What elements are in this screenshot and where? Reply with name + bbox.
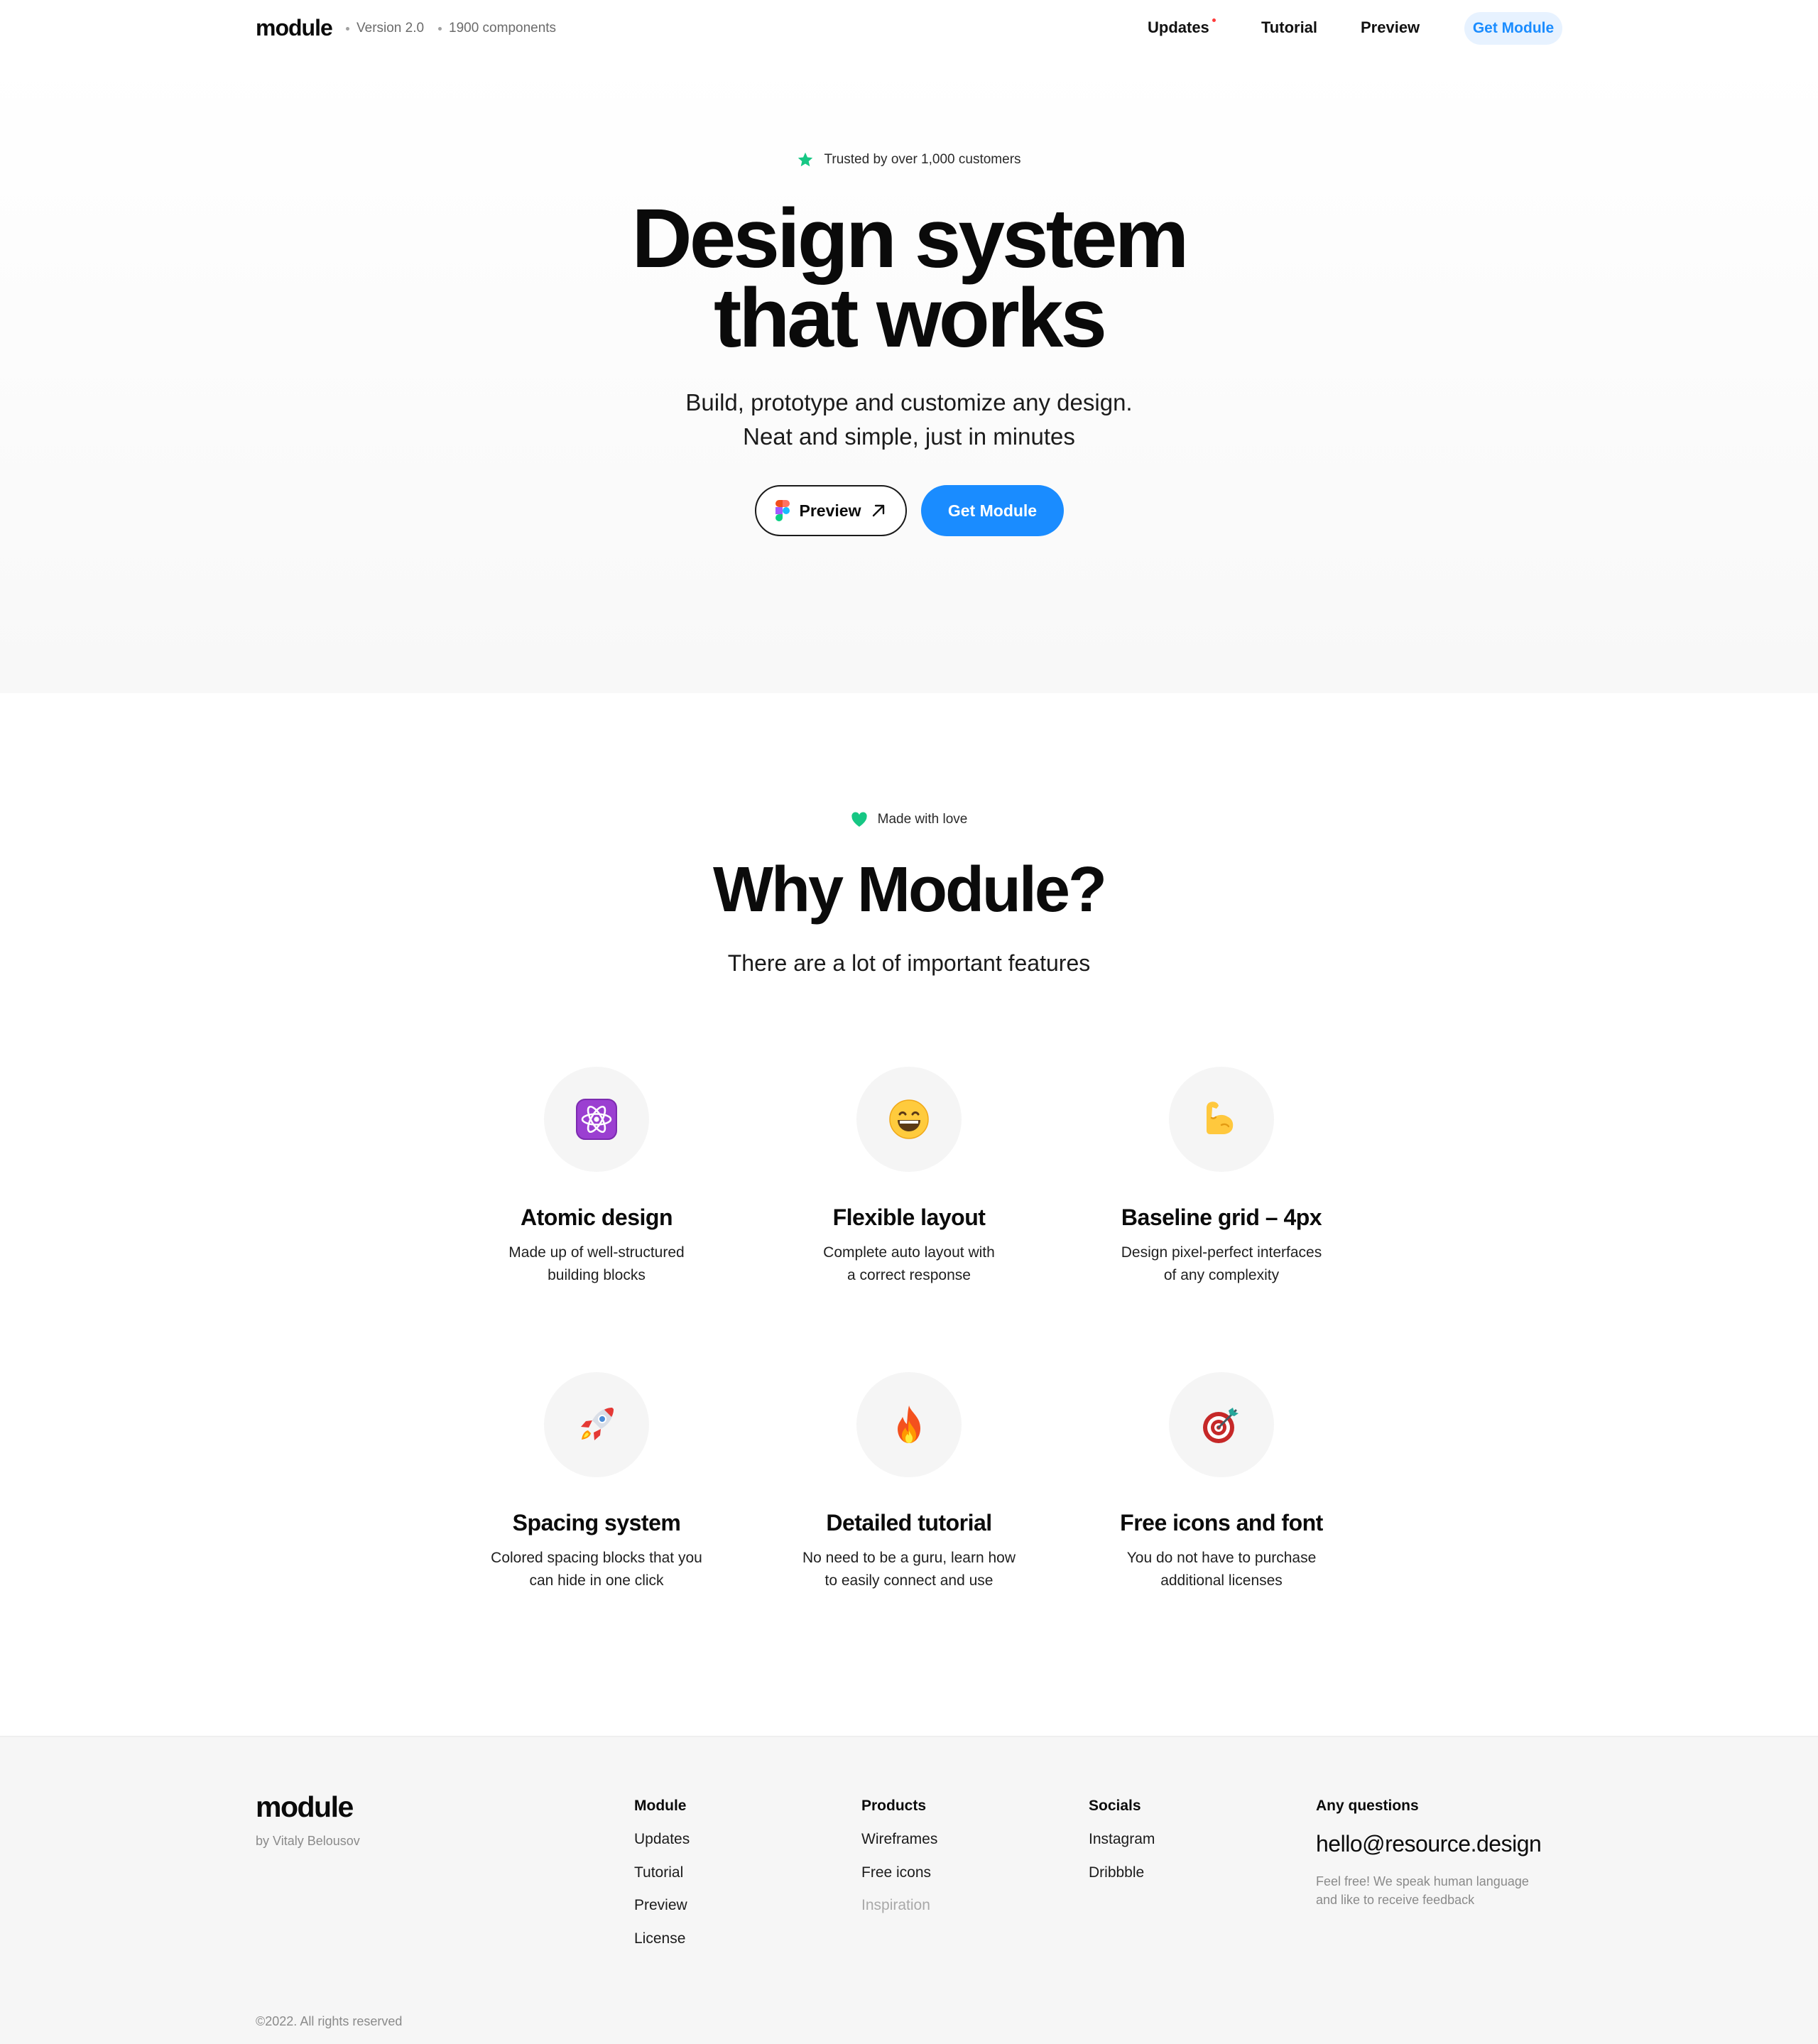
footer-logo[interactable]: module (256, 1788, 354, 1825)
hero-title-line2: that works (713, 271, 1107, 365)
features-title: Why Module? (713, 854, 1107, 925)
hero-subtitle: Build, prototype and customize any desig… (0, 386, 1818, 454)
figma-icon (775, 500, 790, 521)
hero-section: Trusted by over 1,000 customers Design s… (0, 57, 1818, 693)
footer-column-heading: Module (634, 1798, 687, 1814)
preview-button-label: Preview (799, 501, 861, 520)
contact-email-link[interactable]: hello@resource.design (1316, 1829, 1542, 1859)
smile-icon (889, 1099, 929, 1139)
footer-link-instagram[interactable]: Instagram (1089, 1829, 1155, 1850)
footer-link-inspiration[interactable]: Inspiration (861, 1895, 937, 1916)
logo[interactable]: module (256, 13, 333, 43)
nav-updates[interactable]: Updates (1148, 17, 1216, 38)
footer: module by Vitaly Belousov Module Updates… (0, 1736, 1818, 2044)
feature-description: Complete auto layout with a correct resp… (823, 1244, 995, 1283)
feature-description: No need to be a guru, learn how to easil… (802, 1550, 1016, 1589)
hero-subtitle-line2: Neat and simple, just in minutes (743, 423, 1075, 450)
footer-link-preview[interactable]: Preview (634, 1895, 690, 1916)
preview-button[interactable]: Preview (755, 485, 907, 536)
footer-link-dribbble[interactable]: Dribbble (1089, 1862, 1155, 1883)
bullet-dot (438, 26, 442, 31)
footer-link-tutorial[interactable]: Tutorial (634, 1862, 690, 1883)
nav-updates-label: Updates (1148, 18, 1209, 36)
heart-icon (851, 812, 867, 827)
feature-description: Made up of well-structured building bloc… (508, 1244, 685, 1283)
features-subtitle: There are a lot of important features (727, 950, 1091, 976)
version-text: Version 2.0 (356, 21, 425, 36)
trust-badge: Trusted by over 1,000 customers (0, 151, 1818, 169)
feature-icon-circle (1169, 1372, 1274, 1477)
components-count: 1900 components (438, 20, 556, 37)
rocket-icon (581, 1408, 614, 1440)
top-navbar: module Version 2.0 1900 components Updat… (0, 0, 1818, 57)
nav-tutorial[interactable]: Tutorial (1261, 17, 1317, 38)
muscle-icon (1207, 1102, 1234, 1134)
hero-title: Design system that works (0, 197, 1818, 360)
notification-dot (1212, 18, 1216, 22)
footer-author: by Vitaly Belousov (256, 1834, 360, 1848)
feature-card: Detailed tutorial No need to be a guru, … (767, 1372, 1051, 1592)
bullet-dot (346, 26, 349, 31)
version-label: Version 2.0 (346, 20, 424, 37)
footer-link-free-icons[interactable]: Free icons (861, 1862, 937, 1883)
feature-card: Baseline grid – 4px Design pixel-perfect… (1079, 1067, 1364, 1287)
feature-icon-circle (856, 1067, 962, 1172)
feature-icon-circle (856, 1372, 962, 1477)
feature-card: Free icons and font You do not have to p… (1079, 1372, 1364, 1592)
feature-card: Spacing system Colored spacing blocks th… (454, 1372, 739, 1592)
footer-link-updates[interactable]: Updates (634, 1829, 690, 1850)
feature-title: Baseline grid – 4px (1121, 1205, 1322, 1230)
feature-card: Flexible layout Complete auto layout wit… (767, 1067, 1051, 1287)
components-text: 1900 components (449, 21, 557, 36)
feature-description: Design pixel-perfect interfaces of any c… (1121, 1244, 1322, 1283)
feature-title: Atomic design (521, 1205, 673, 1230)
feature-icon-circle (544, 1067, 649, 1172)
feature-title: Detailed tutorial (826, 1510, 992, 1535)
footer-column-heading: Socials (1089, 1798, 1141, 1814)
atom-icon (576, 1099, 617, 1140)
trust-text: Trusted by over 1,000 customers (824, 152, 1021, 167)
footer-link-license[interactable]: License (634, 1928, 690, 1950)
feature-description: You do not have to purchase additional l… (1126, 1550, 1317, 1589)
get-module-button[interactable]: Get Module (921, 485, 1064, 536)
love-badge: Made with love (0, 810, 1818, 829)
star-icon (798, 152, 813, 167)
feature-description: Colored spacing blocks that you can hide… (491, 1550, 702, 1589)
copyright: ©2022. All rights reserved (256, 2014, 403, 2028)
footer-link-wireframes[interactable]: Wireframes (861, 1829, 937, 1850)
hero-subtitle-line1: Build, prototype and customize any desig… (685, 389, 1133, 415)
feature-title: Flexible layout (832, 1205, 986, 1230)
footer-column-heading: Any questions (1316, 1798, 1419, 1814)
arrow-up-right-icon (873, 504, 885, 517)
nav-preview[interactable]: Preview (1361, 17, 1420, 38)
fire-icon (898, 1406, 920, 1443)
feature-icon-circle (544, 1372, 649, 1477)
footer-column-heading: Products (861, 1798, 927, 1814)
footer-column-socials: Socials Instagram Dribbble (1089, 1795, 1155, 1895)
feature-icon-circle (1169, 1067, 1274, 1172)
feature-title: Spacing system (512, 1510, 681, 1535)
contact-note: Feel free! We speak human language and l… (1316, 1874, 1529, 1907)
target-icon (1203, 1408, 1239, 1443)
footer-column-module: Module Updates Tutorial Preview License (634, 1795, 690, 1961)
footer-column-questions: Any questions hello@resource.design Feel… (1316, 1795, 1542, 1909)
love-text: Made with love (877, 812, 968, 827)
feature-card: Atomic design Made up of well-structured… (454, 1067, 739, 1287)
nav-get-module-button[interactable]: Get Module (1464, 12, 1562, 45)
feature-title: Free icons and font (1120, 1510, 1323, 1535)
features-section: Made with love Why Module? There are a l… (0, 693, 1818, 1736)
footer-column-products: Products Wireframes Free icons Inspirati… (861, 1795, 937, 1928)
